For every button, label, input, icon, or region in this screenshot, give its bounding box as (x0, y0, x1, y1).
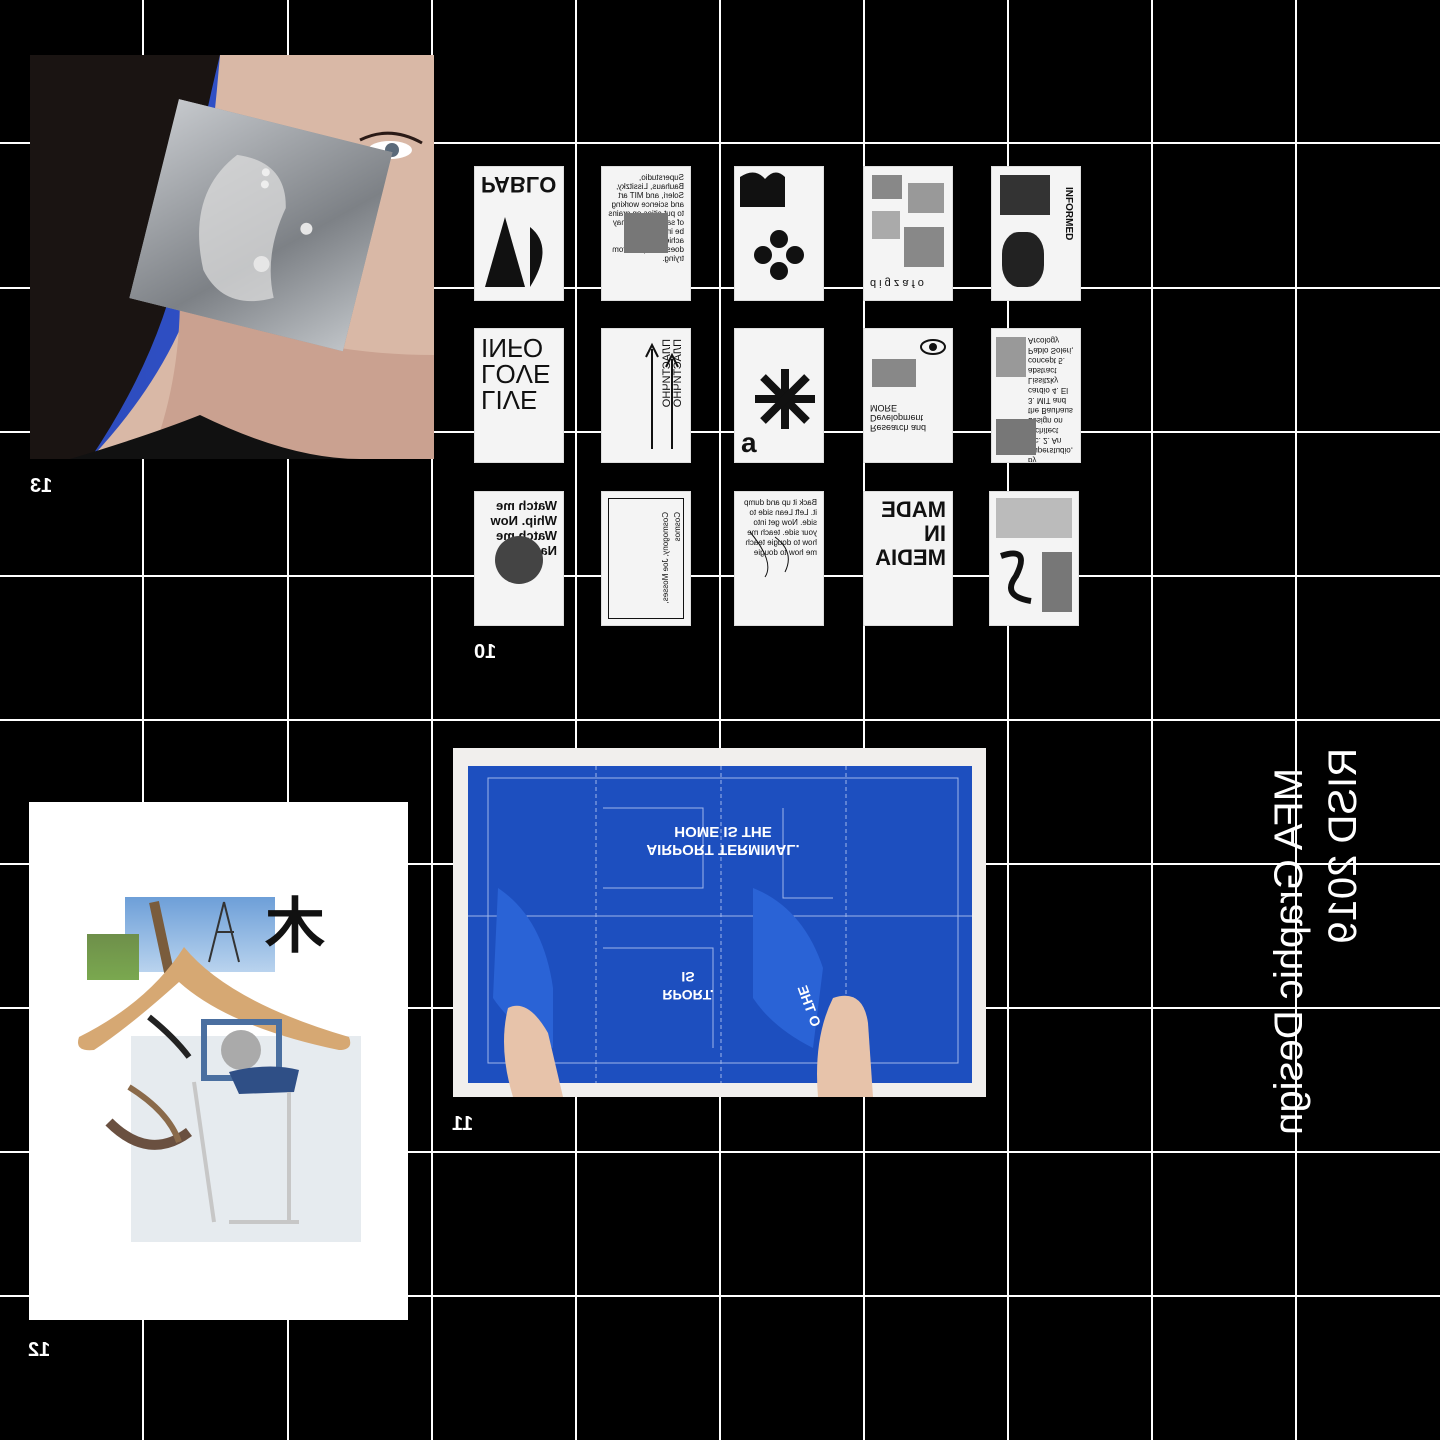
poster-headline: AIRPORT TERMINAL. HOME IS THE (646, 823, 800, 858)
poster-thumbnail: INFORMED (992, 167, 1080, 300)
poster-thumbnail: Watch me Whip. Now Watch me Nae Nae. (475, 492, 563, 625)
poster-thumbnail: Cosmogony, Joe Mosses, Cosmos (602, 492, 690, 625)
collage-poster: 木 (29, 802, 408, 1320)
poster-thumbnail (990, 492, 1078, 625)
poster-thumbnail: ПЛАСТИЧНО ПЛАСТИЧНО (602, 329, 690, 462)
item-number-12: 12 (28, 1339, 51, 1361)
poster-thumbnail: Research and Development MORE (864, 329, 952, 462)
title-line-1: RISD 2019 (1321, 748, 1365, 944)
collage-glyph: 木 (265, 892, 325, 962)
page-title: RISD 2019 MFA Graphic Design (1267, 748, 1388, 1135)
poster-thumbnail: a (735, 329, 823, 462)
item-number-11: 11 (452, 1113, 474, 1135)
item-number-13: 13 (30, 475, 53, 497)
poster-thumbnail: 1. A collage by Superstudio, etc. 2. An … (992, 329, 1080, 462)
item-number-10: 10 (474, 641, 497, 663)
poster-thumbnail: PABLO (475, 167, 563, 300)
title-line-2: MFA Graphic Design (1267, 768, 1311, 1135)
portrait-illustration (30, 55, 434, 459)
poster-thumbnail: d i g z a f o (864, 167, 952, 300)
poster-thumbnail: LIVE LOVE INFO (475, 329, 563, 462)
blue-folded-poster: AIRPORT TERMINAL. HOME IS THE RPORT. IS … (453, 748, 986, 1097)
poster-thumbnail: Back it up and dump it. Left Lean side t… (735, 492, 823, 625)
poster-thumbnail: Superstudio, Bauhaus, Lissitzky, Soleri,… (602, 167, 690, 300)
poster-fragment: RPORT. IS (662, 969, 714, 1003)
poster-thumbnail (735, 167, 823, 300)
portrait-photo (30, 55, 434, 459)
poster-thumbnail: MADE IN MEDIA (864, 492, 952, 625)
